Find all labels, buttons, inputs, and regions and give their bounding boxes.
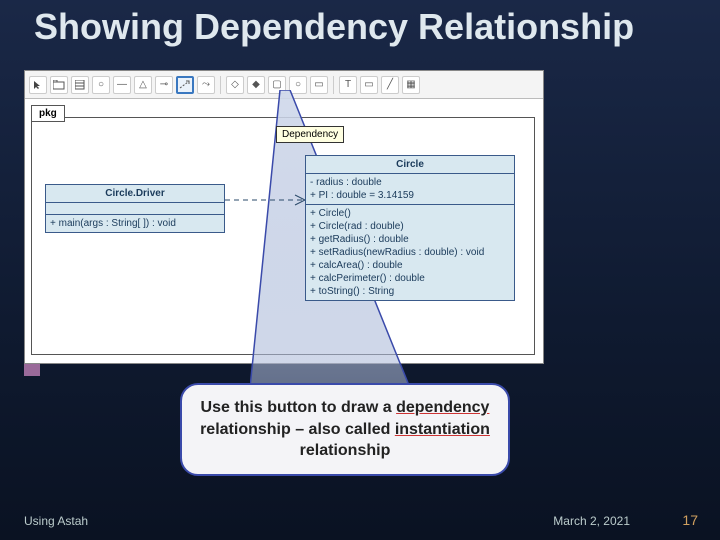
tool-image-icon[interactable]: ▦ [402, 76, 420, 94]
attributes-section: - radius : double + PI : double = 3.1415… [306, 174, 514, 205]
tool-line[interactable]: ╱ [381, 76, 399, 94]
tool-realization[interactable]: ⊸ [155, 76, 173, 94]
tool-pointer[interactable] [29, 76, 47, 94]
tool-interface-icon[interactable]: ○ [92, 76, 110, 94]
package-tab: pkg [31, 105, 65, 122]
tool-association[interactable]: — [113, 76, 131, 94]
operation: + main(args : String[ ]) : void [50, 217, 220, 230]
callout-text: relationship [300, 442, 391, 459]
class-name: Circle.Driver [46, 185, 224, 203]
dependency-tooltip: Dependency [276, 126, 344, 143]
tool-dependency[interactable] [176, 76, 194, 94]
class-name: Circle [306, 156, 514, 174]
footer-date: March 2, 2021 [553, 514, 630, 528]
tool-port[interactable]: ▢ [268, 76, 286, 94]
operation: + Circle(rad : double) [310, 220, 510, 233]
slide-title: Showing Dependency Relationship [34, 6, 634, 48]
footer-tool: Using Astah [24, 514, 88, 528]
tool-package-icon[interactable] [50, 76, 68, 94]
attributes-section [46, 203, 224, 215]
tool-class-icon[interactable] [71, 76, 89, 94]
tool-note-icon[interactable]: ▭ [310, 76, 328, 94]
tool-text[interactable]: T [339, 76, 357, 94]
operation: + toString() : String [310, 285, 510, 298]
tool-generalization[interactable]: △ [134, 76, 152, 94]
callout-instantiation-word: instantiation [395, 421, 490, 438]
operations-section: + Circle() + Circle(rad : double) + getR… [306, 205, 514, 300]
uml-class-circle[interactable]: Circle - radius : double + PI : double =… [305, 155, 515, 301]
uml-class-circle-driver[interactable]: Circle.Driver + main(args : String[ ]) :… [45, 184, 225, 233]
callout-text: relationship – also called [200, 421, 395, 438]
operation: + setRadius(newRadius : double) : void [310, 246, 510, 259]
diagram-canvas: pkg Dependency Circle.Driver + main(args… [25, 99, 543, 363]
operation: + calcPerimeter() : double [310, 272, 510, 285]
callout-text: Use this button to draw a [201, 399, 397, 416]
attribute: + PI : double = 3.14159 [310, 189, 510, 202]
uml-toolbar: ○ — △ ⊸ ⤳ ◇ ◆ ▢ ○ ▭ T ▭ ╱ ▦ [25, 71, 543, 99]
attribute: - radius : double [310, 176, 510, 189]
tool-circle-icon[interactable]: ○ [289, 76, 307, 94]
embedded-screenshot: ○ — △ ⊸ ⤳ ◇ ◆ ▢ ○ ▭ T ▭ ╱ ▦ pkg Dependen… [24, 70, 544, 364]
footer-page: 17 [682, 512, 698, 528]
operation: + getRadius() : double [310, 233, 510, 246]
tool-usage[interactable]: ⤳ [197, 76, 215, 94]
callout-bubble: Use this button to draw a dependency rel… [180, 383, 510, 476]
operations-section: + main(args : String[ ]) : void [46, 215, 224, 232]
tool-shape[interactable]: ▭ [360, 76, 378, 94]
operation: + Circle() [310, 207, 510, 220]
tool-aggregation[interactable]: ◇ [226, 76, 244, 94]
operation: + calcArea() : double [310, 259, 510, 272]
callout-dependency-word: dependency [396, 399, 489, 416]
dependency-arrow [225, 194, 315, 206]
tool-composition[interactable]: ◆ [247, 76, 265, 94]
